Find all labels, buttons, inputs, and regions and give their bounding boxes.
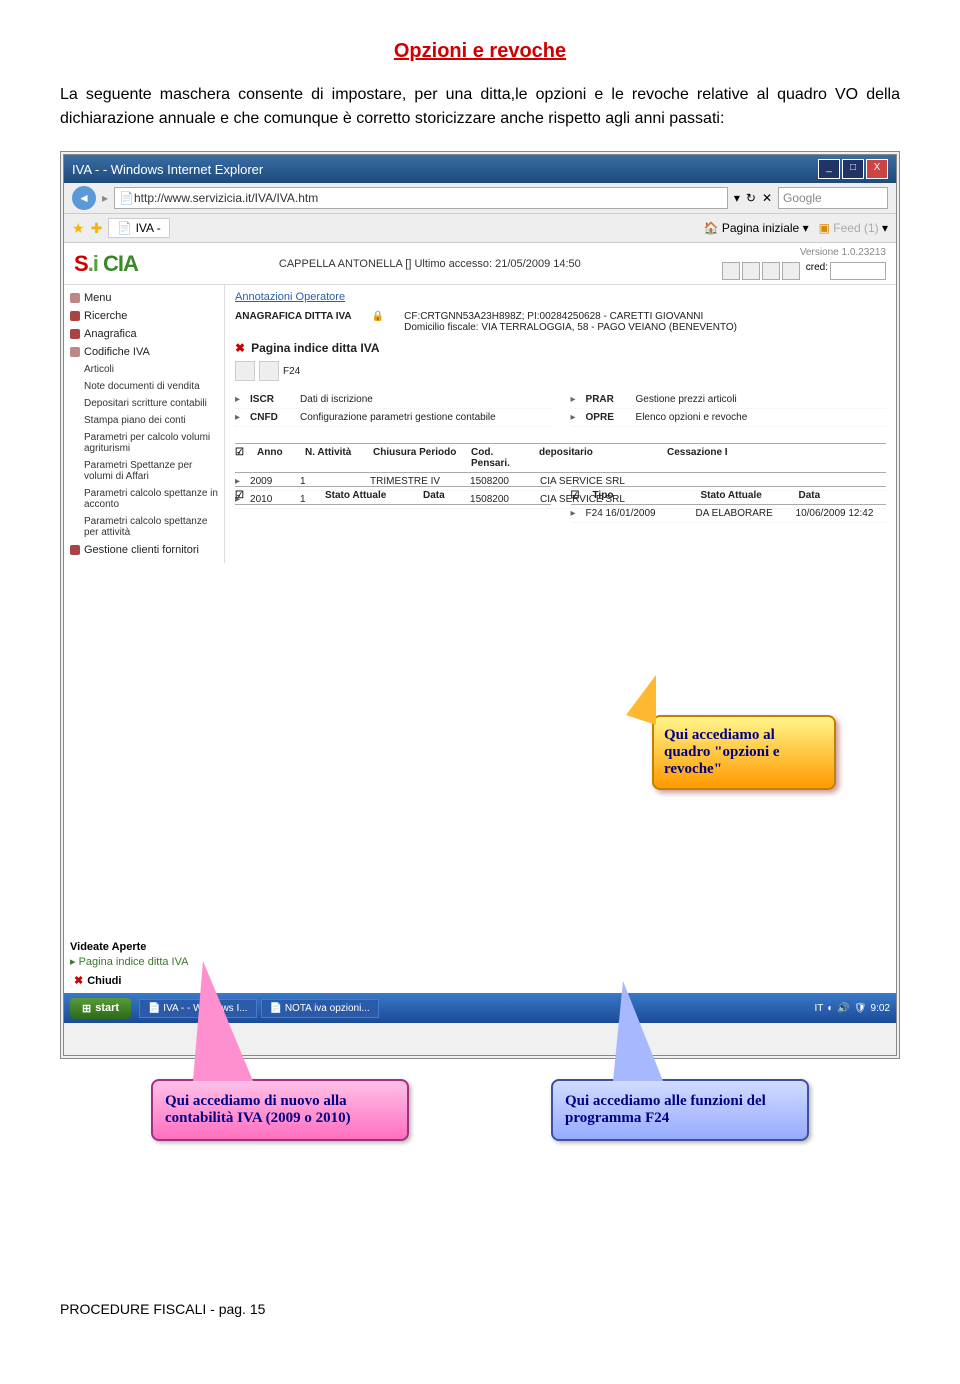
back-button[interactable]: ◄ [72,186,96,210]
sidebar-sub[interactable]: Note documenti di vendita [64,378,224,395]
sidebar-sub[interactable]: Parametri Spettanze per volumi di Affari [64,457,224,485]
favorites-star-icon[interactable]: ★ [72,220,85,237]
sidebar: Menu Ricerche Anagrafica Codifiche IVA A… [64,285,225,563]
favorites-bar: ★ ✚ 📄 IVA - 🏠 Pagina iniziale ▾ ▣ Feed (… [64,214,896,243]
tray-icon[interactable]: ◐ [827,1003,833,1014]
window-titlebar: IVA - - Windows Internet Explorer _ □ X [64,155,896,183]
toolbar-icon[interactable] [762,262,780,280]
system-tray: IT ◐ 🔊 🛡 9:02 [814,1003,890,1014]
page-subtitle: Pagina indice ditta IVA [251,341,379,355]
bottom-tables: ☑ Stato Attuale Data ☑ Tipo Stato Attual… [235,486,886,523]
cred-label: cred: [806,262,828,280]
lang-indicator[interactable]: IT [814,1003,823,1014]
link-row-cnfd[interactable]: ▸CNFDConfigurazione parametri gestione c… [235,409,551,427]
forward-button[interactable]: ▸ [102,191,108,205]
chiudi-button[interactable]: ✖Chiudi [74,974,121,987]
feed-link: Feed (1) [833,221,878,235]
taskbar: ⊞ start 📄 IVA - - Windows I... 📄 NOTA iv… [64,993,896,1023]
app-header: S.i CIA CAPPELLA ANTONELLA [] Ultimo acc… [64,243,896,285]
browser-tab[interactable]: 📄 IVA - [108,218,169,238]
url-text: http://www.servizicia.it/IVA/IVA.htm [134,191,318,205]
windows-icon: ⊞ [82,1002,91,1015]
cred-input[interactable] [830,262,886,280]
page-icon: 📄 [119,191,134,205]
clock: 9:02 [871,1003,890,1014]
open-page-link[interactable]: ▸ Pagina indice ditta IVA [70,955,188,968]
dropdown-icon[interactable]: ▾ [734,191,740,205]
table-header: ☑ Anno N. Attività Chiusura Periodo Cod.… [235,443,886,473]
anag-cf: CF:CRTGNN53A23H898Z; PI:00284250628 - CA… [404,311,737,322]
search-input[interactable]: Google [778,187,888,209]
user-line: CAPPELLA ANTONELLA [] Ultimo accesso: 21… [279,258,581,270]
pagina-iniziale-link[interactable]: Pagina iniziale [722,221,799,235]
link-row-iscr[interactable]: ▸ISCRDati di iscrizione [235,391,551,409]
app-version: Versione 1.0.23213 [722,247,886,258]
address-bar: ◄ ▸ 📄 http://www.servizicia.it/IVA/IVA.h… [64,183,896,214]
window-title: IVA - - Windows Internet Explorer [72,162,263,177]
sidebar-sub[interactable]: Articoli [64,361,224,378]
lock-icon: 🔒 [372,311,384,322]
sidebar-sub[interactable]: Parametri calcolo spettanze per attività [64,513,224,541]
main-area: Annotazioni Operatore ANAGRAFICA DITTA I… [225,285,896,563]
toolbar-icon[interactable] [782,262,800,280]
annotazioni-link[interactable]: Annotazioni Operatore [235,291,886,303]
callout-yellow: Qui accediamo al quadro "opzioni e revoc… [652,715,836,790]
sidebar-item-ricerche[interactable]: Ricerche [64,307,224,325]
doc-title: Opzioni e revoche [60,40,900,63]
sidebar-sub[interactable]: Stampa piano dei conti [64,412,224,429]
videate-aperte-label: Videate Aperte [70,941,146,953]
toolbar-icon[interactable] [722,262,740,280]
screenshot-frame: IVA - - Windows Internet Explorer _ □ X … [60,151,900,1059]
start-button[interactable]: ⊞ start [70,998,131,1019]
stop-icon[interactable]: ✕ [762,191,772,205]
refresh-icon[interactable]: ↻ [746,191,756,205]
toolbar-icon[interactable] [742,262,760,280]
add-favorite-icon[interactable]: ✚ [91,220,103,237]
home-icon[interactable]: 🏠 [704,221,719,235]
f24-label: F24 [283,366,300,377]
sidebar-sub[interactable]: Parametri calcolo spettanze in acconto [64,485,224,513]
sidebar-sub[interactable]: Depositari scritture contabili [64,395,224,412]
sidebar-sub[interactable]: Parametri per calcolo volumi agriturismi [64,429,224,457]
anagrafica-label: ANAGRAFICA DITTA IVA [235,311,352,322]
sidebar-item-codifiche[interactable]: Codifiche IVA [64,343,224,361]
tray-icon[interactable]: 🛡 [854,1003,867,1014]
url-input[interactable]: 📄 http://www.servizicia.it/IVA/IVA.htm [114,187,728,209]
feed-icon[interactable]: ▣ [819,221,830,235]
callout-pink: Qui accediamo di nuovo alla contabilità … [151,1079,409,1141]
file-icon[interactable] [259,361,279,381]
table-row[interactable]: ▸ F24 16/01/2009 DA ELABORARE 10/06/2009… [571,505,887,523]
app-logo: S.i CIA [74,251,138,277]
taskbar-task[interactable]: 📄 NOTA iva opzioni... [261,999,379,1018]
page-footer: PROCEDURE FISCALI - pag. 15 [60,1221,900,1317]
link-row-prar[interactable]: ▸PRARGestione prezzi articoli [571,391,887,409]
link-row-opre[interactable]: ▸OPREElenco opzioni e revoche [571,409,887,427]
close-page-icon[interactable]: ✖ [235,341,245,355]
sidebar-item-anagrafica[interactable]: Anagrafica [64,325,224,343]
anag-domicilio: Domicilio fiscale: VIA TERRALOGGIA, 58 -… [404,322,737,333]
minimize-button[interactable]: _ [818,159,840,179]
tray-icon[interactable]: 🔊 [837,1003,849,1014]
folder-icon[interactable] [235,361,255,381]
maximize-button[interactable]: □ [842,159,864,179]
sidebar-item-menu[interactable]: Menu [64,289,224,307]
app-content: S.i CIA CAPPELLA ANTONELLA [] Ultimo acc… [64,243,896,1023]
callout-blue: Qui accediamo alle funzioni del programm… [551,1079,809,1141]
doc-intro: La seguente maschera consente di imposta… [60,83,900,131]
close-button[interactable]: X [866,159,888,179]
sidebar-item-gestione[interactable]: Gestione clienti fornitori [64,541,224,559]
